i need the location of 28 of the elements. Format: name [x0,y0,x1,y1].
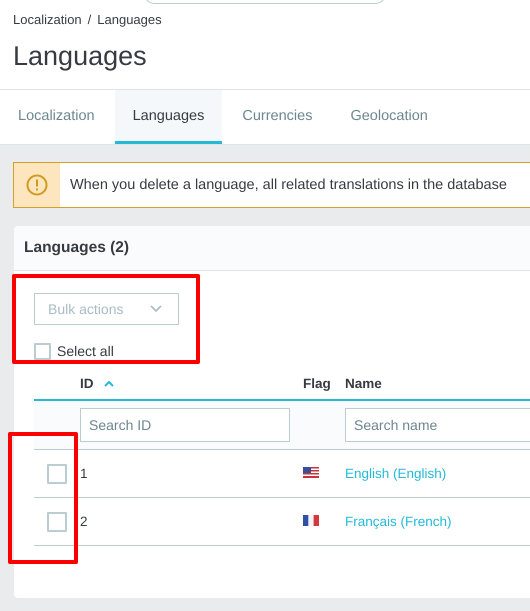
tab[interactable]: Geolocation [332,90,446,144]
table-cell: 2 [80,514,88,529]
flag-icon [303,467,319,478]
tab[interactable]: Currencies [224,90,330,144]
breadcrumb-item[interactable]: Localization [13,12,82,27]
column-header[interactable]: Name [345,376,382,390]
tab[interactable]: Languages [114,90,222,144]
card-title: Languages (2) [24,239,130,257]
search-name-field[interactable]: Search name [345,408,530,442]
breadcrumb-item: Languages [97,12,162,27]
row-checkbox[interactable] [47,464,67,484]
language-link[interactable]: English (English) [345,466,446,481]
sort-ascending-icon[interactable] [104,380,114,386]
table-cell: 1 [80,466,88,481]
warning-icon [26,174,48,196]
chevron-down-icon [150,305,162,313]
tab[interactable]: Localization [0,90,113,144]
column-header[interactable]: ID [80,376,94,390]
flag-icon [303,515,319,526]
checkbox[interactable] [34,342,51,360]
language-link[interactable]: Français (French) [345,514,452,529]
breadcrumb-separator: / [88,12,92,27]
row-checkbox[interactable] [47,512,67,532]
search-id-field[interactable]: Search ID [80,408,290,442]
column-header[interactable]: Flag [303,376,331,390]
page-title: Languages [13,41,148,72]
select-all-label: Select all [57,343,114,359]
alert-message: When you delete a language, all related translations in the database [69,176,507,195]
